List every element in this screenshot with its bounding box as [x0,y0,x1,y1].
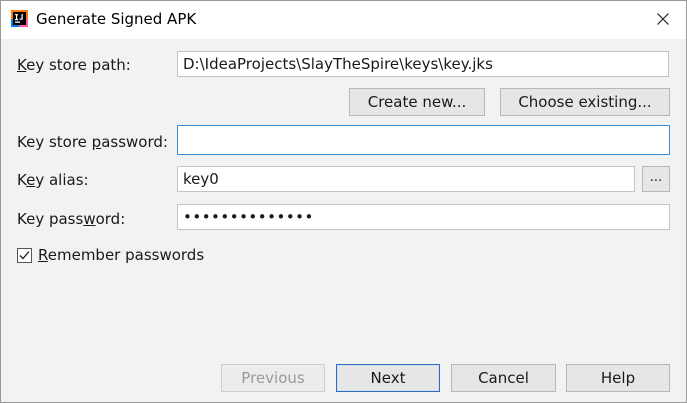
checkmark-icon [19,251,30,260]
close-icon [657,11,669,29]
key-password-label: Key password: [17,210,126,228]
choose-existing-button[interactable]: Choose existing... [500,88,670,116]
help-button[interactable]: Help [566,364,670,392]
key-alias-label: Key alias: [17,171,89,189]
create-new-button[interactable]: Create new... [349,88,485,116]
key-store-path-field[interactable] [177,51,669,77]
remember-passwords-checkbox[interactable] [17,248,32,263]
key-alias-browse-button[interactable]: ... [642,166,670,192]
remember-passwords-label[interactable]: Remember passwords [38,246,204,264]
dialog-window: Generate Signed APK Key store path: Crea… [0,0,687,403]
intellij-idea-icon [11,10,28,27]
next-button[interactable]: Next [336,364,440,392]
previous-button[interactable]: Previous [221,364,325,392]
key-store-path-label: Key store path: [17,56,131,74]
key-store-password-label: Key store password: [17,133,168,151]
dialog-content: Key store path: Create new... Choose exi… [1,39,686,402]
key-password-field[interactable]: •••••••••••••• [177,204,670,230]
key-store-password-field[interactable] [177,125,670,155]
cancel-button[interactable]: Cancel [451,364,556,392]
key-alias-field[interactable] [177,166,635,192]
dialog-title: Generate Signed APK [36,10,197,28]
title-bar[interactable]: Generate Signed APK [1,1,686,39]
close-button[interactable] [640,1,686,39]
